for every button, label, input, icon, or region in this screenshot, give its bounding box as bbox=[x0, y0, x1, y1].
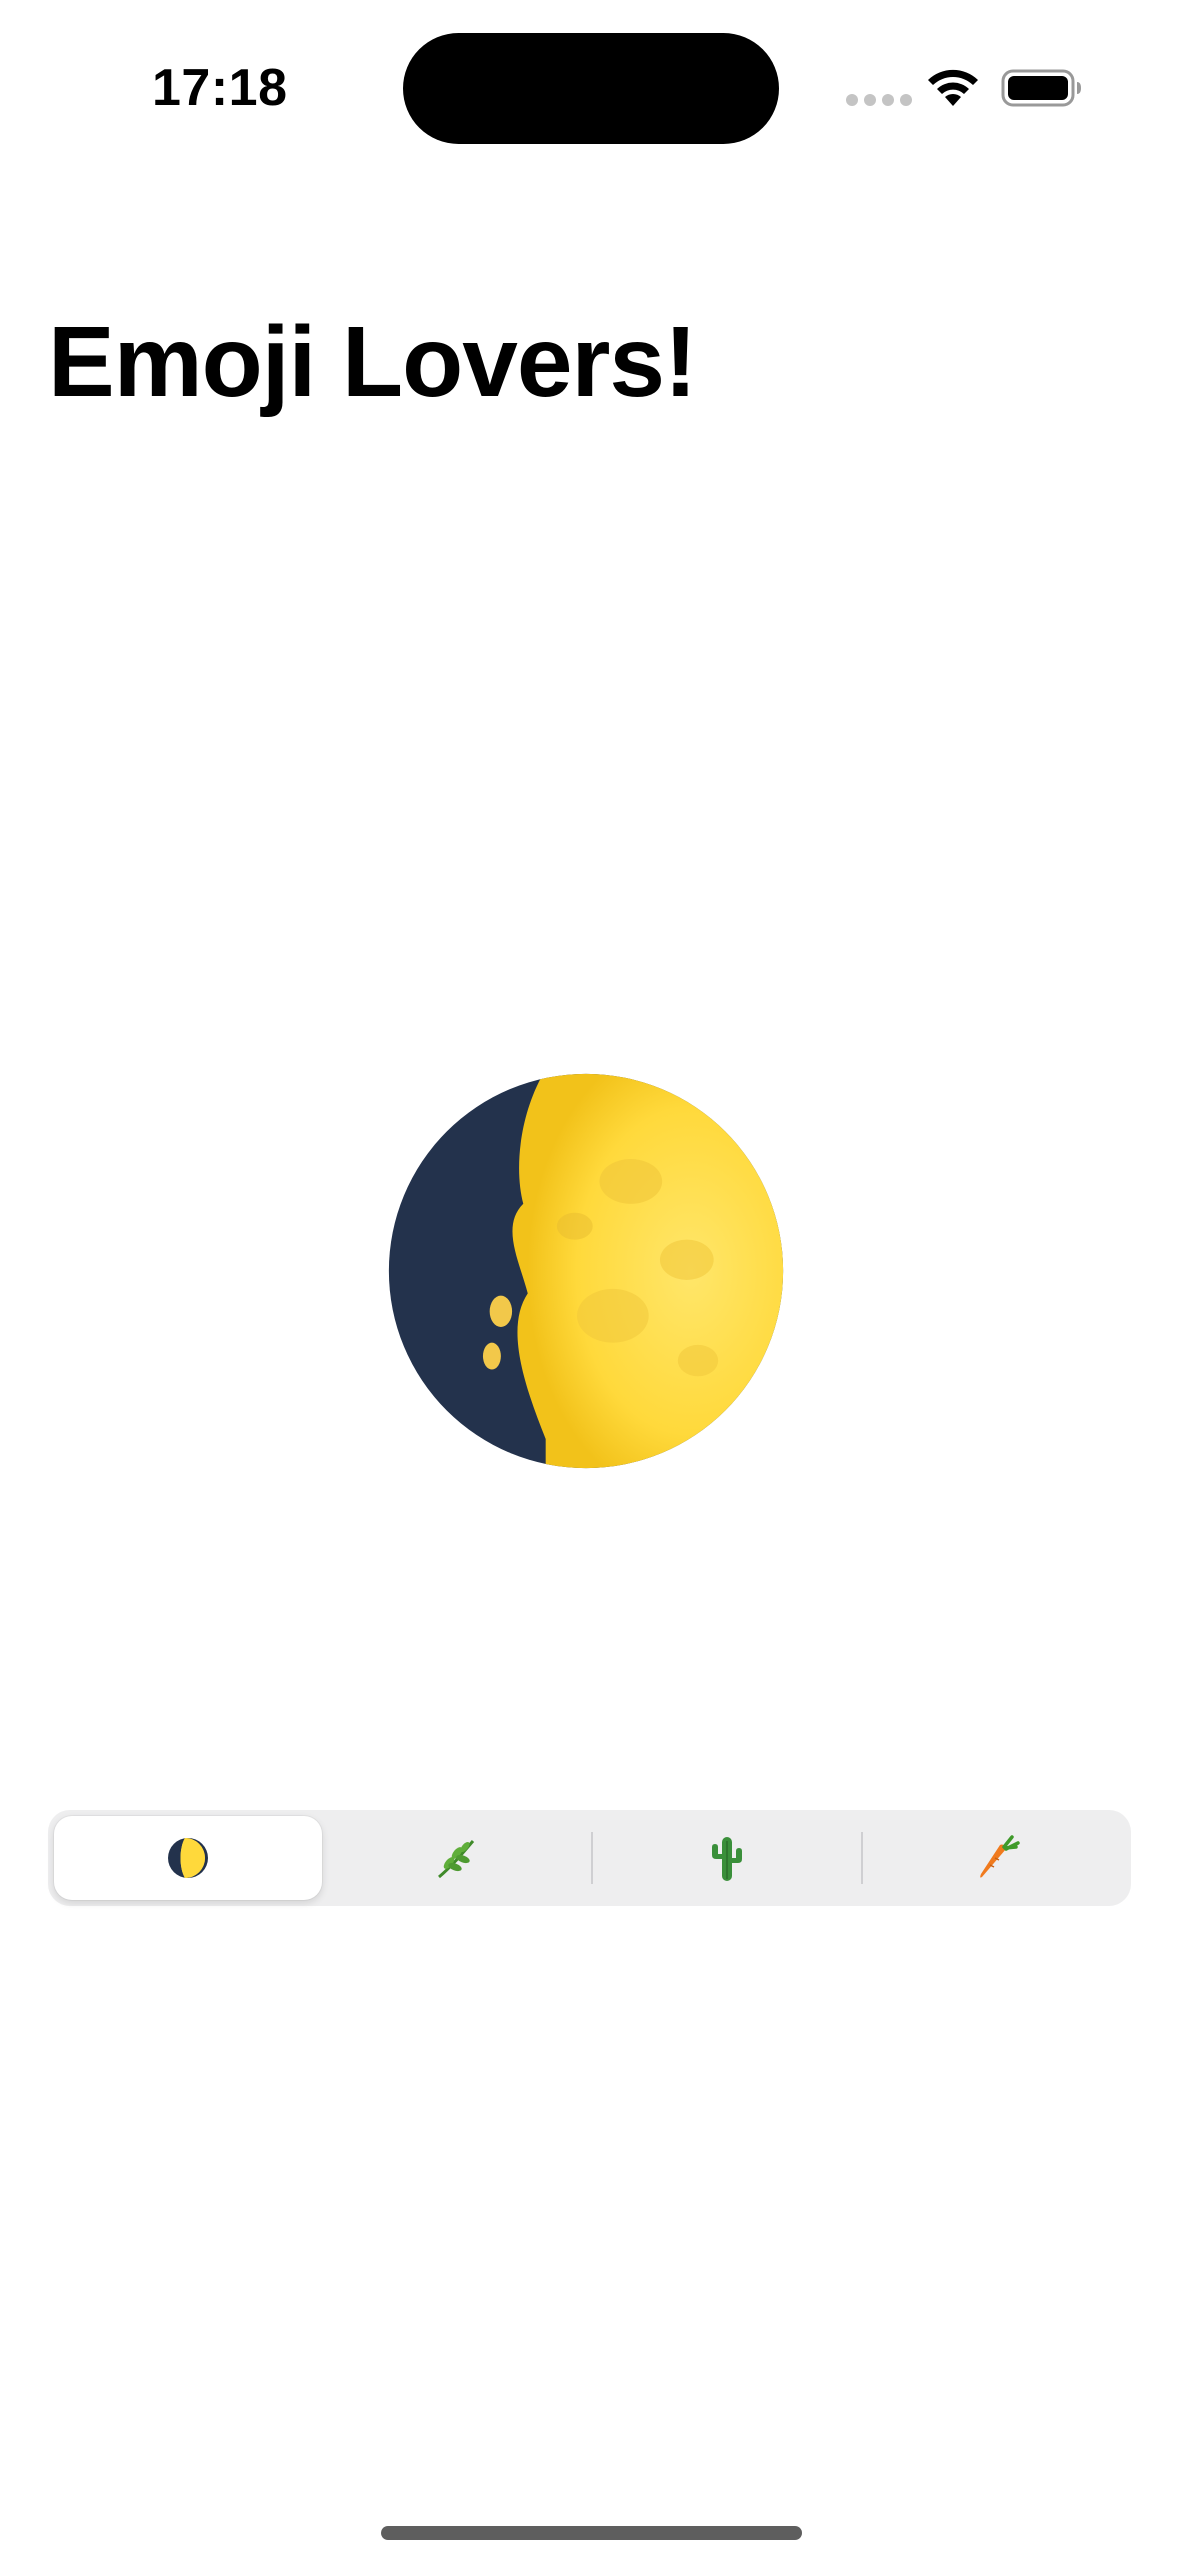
segment-moon[interactable] bbox=[54, 1816, 323, 1900]
emoji-segmented-control[interactable] bbox=[48, 1810, 1131, 1906]
segment-herb[interactable] bbox=[322, 1816, 590, 1900]
first-quarter-moon-icon bbox=[168, 1838, 209, 1878]
status-time: 17:18 bbox=[152, 59, 288, 117]
segment-cactus[interactable] bbox=[593, 1816, 861, 1900]
home-indicator[interactable] bbox=[381, 2526, 802, 2540]
carrot-icon bbox=[980, 1835, 1020, 1878]
segment-carrot[interactable] bbox=[863, 1816, 1131, 1900]
herb-icon bbox=[438, 1840, 475, 1879]
battery-icon bbox=[1001, 69, 1081, 107]
first-quarter-moon-icon bbox=[362, 1047, 810, 1495]
dynamic-island bbox=[403, 33, 779, 144]
cactus-icon bbox=[711, 1837, 742, 1881]
page-title: Emoji Lovers! bbox=[48, 306, 697, 418]
wifi-icon bbox=[928, 69, 978, 106]
signal-dots-icon bbox=[846, 94, 912, 106]
